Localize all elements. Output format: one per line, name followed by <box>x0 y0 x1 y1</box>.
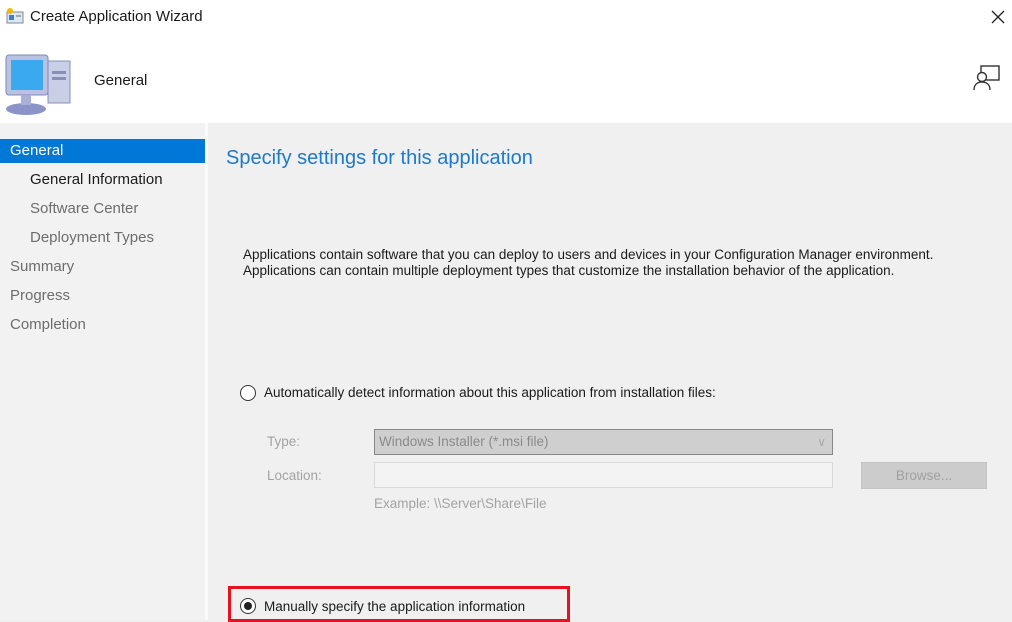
auto-detect-radio[interactable] <box>240 385 256 401</box>
description: Applications contain software that you c… <box>243 247 1003 279</box>
sidebar-item-general[interactable]: General <box>0 139 205 163</box>
feedback-person-icon[interactable] <box>972 63 1002 93</box>
main-content: Specify settings for this application Ap… <box>208 123 1012 622</box>
type-dropdown-value: Windows Installer (*.msi file) <box>379 434 549 449</box>
description-line-2: Applications can contain multiple deploy… <box>243 263 895 278</box>
browse-button[interactable]: Browse... <box>861 462 987 489</box>
location-example: Example: \\Server\Share\File <box>374 496 547 511</box>
title-bar: Create Application Wizard <box>0 0 1012 35</box>
wizard-app-icon <box>6 8 24 24</box>
page-header-title: General <box>94 72 148 89</box>
location-label: Location: <box>267 468 322 483</box>
wizard-header: General <box>0 35 1012 123</box>
computer-icon <box>5 54 71 115</box>
page-title: Specify settings for this application <box>226 147 533 169</box>
manual-specify-radio[interactable] <box>240 598 256 614</box>
type-label: Type: <box>267 434 301 449</box>
wizard-steps-sidebar: General General Information Software Cen… <box>0 123 205 620</box>
sidebar-item-software-center[interactable]: Software Center <box>0 197 205 221</box>
window-title: Create Application Wizard <box>30 8 203 25</box>
sidebar-item-deployment-types[interactable]: Deployment Types <box>0 226 205 250</box>
sidebar-item-summary[interactable]: Summary <box>0 255 205 279</box>
type-dropdown[interactable]: Windows Installer (*.msi file) ∨ <box>374 429 833 455</box>
chevron-down-icon: ∨ <box>817 435 826 449</box>
auto-detect-label[interactable]: Automatically detect information about t… <box>264 385 716 400</box>
close-icon[interactable] <box>990 9 1006 25</box>
sidebar-item-progress[interactable]: Progress <box>0 284 205 308</box>
description-line-1: Applications contain software that you c… <box>243 247 934 262</box>
sidebar-item-completion[interactable]: Completion <box>0 313 205 337</box>
location-input[interactable] <box>374 462 833 488</box>
manual-specify-label[interactable]: Manually specify the application informa… <box>264 599 525 614</box>
sidebar-item-general-information[interactable]: General Information <box>0 168 205 192</box>
